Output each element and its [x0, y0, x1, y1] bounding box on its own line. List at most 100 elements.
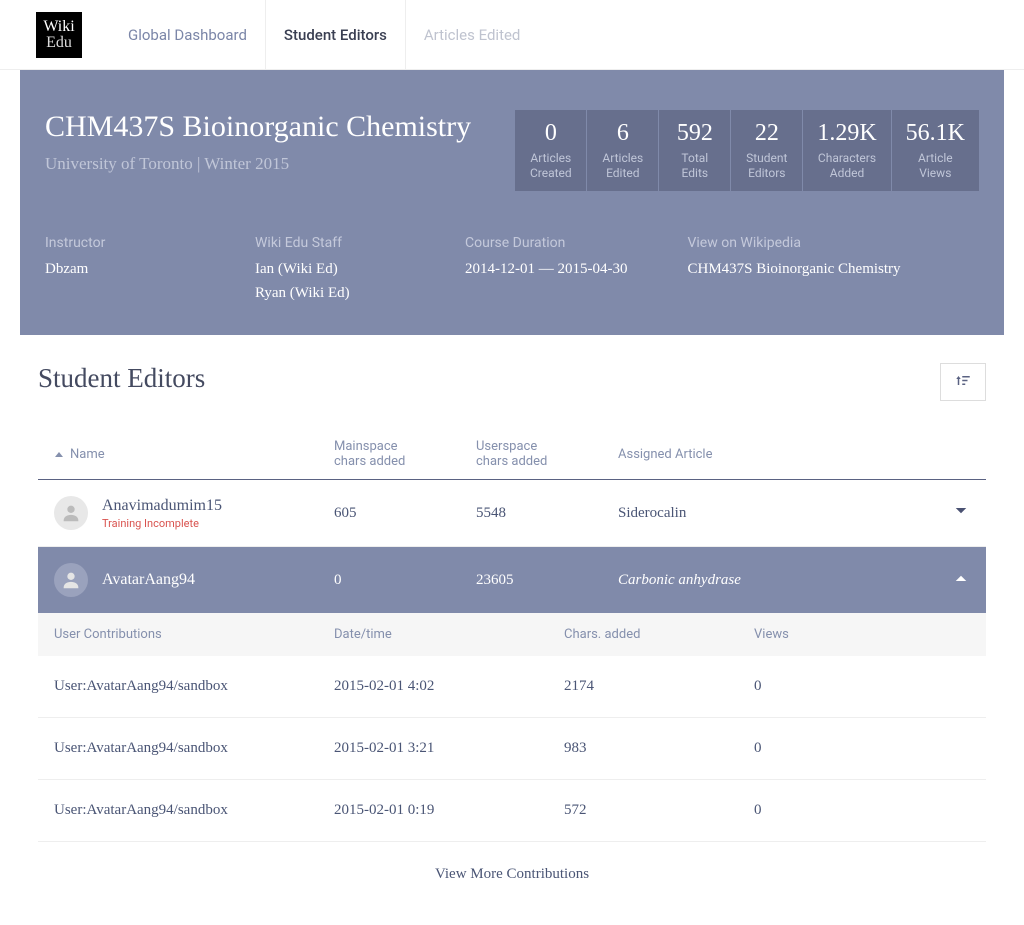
- course-subtitle: University of Toronto | Winter 2015: [45, 154, 471, 174]
- contributions-panel: User Contributions Date/time Chars. adde…: [38, 613, 986, 925]
- student-name: AvatarAang94: [102, 571, 195, 589]
- contrib-views: 0: [754, 678, 970, 695]
- staff-link[interactable]: Ian (Wiki Ed): [255, 261, 338, 277]
- stat-value: 6: [601, 120, 644, 147]
- sort-icon: [954, 373, 972, 391]
- meta-staff: Wiki Edu Staff Ian (Wiki Ed) Ryan (Wiki …: [255, 235, 405, 305]
- meta-label: Wiki Edu Staff: [255, 235, 405, 251]
- contrib-views: 0: [754, 740, 970, 757]
- stat-value: 56.1K: [906, 120, 965, 147]
- contrib-page: User:AvatarAang94/sandbox: [54, 740, 334, 757]
- course-heading: CHM437S Bioinorganic Chemistry Universit…: [45, 110, 471, 174]
- stat-value: 0: [529, 120, 572, 147]
- nav-articles-edited[interactable]: Articles Edited: [406, 0, 539, 70]
- avatar: [54, 563, 88, 597]
- col-user-contributions: User Contributions: [54, 627, 334, 642]
- col-assigned[interactable]: Assigned Article: [618, 447, 930, 462]
- col-date-time: Date/time: [334, 627, 564, 642]
- section-title: Student Editors: [38, 363, 205, 394]
- assigned-article: Siderocalin: [618, 505, 930, 522]
- stat-value: 1.29K: [817, 120, 876, 147]
- main-nav: Global Dashboard Student Editors Article…: [110, 0, 538, 70]
- nav-global-dashboard[interactable]: Global Dashboard: [110, 0, 266, 70]
- student-name: Anavimadumim15: [102, 497, 222, 515]
- col-mainspace[interactable]: Mainspacechars added: [334, 439, 476, 469]
- staff-names: Ian (Wiki Ed) Ryan (Wiki Ed): [255, 257, 405, 305]
- table-row[interactable]: Anavimadumim15 Training Incomplete 605 5…: [38, 480, 986, 547]
- students-table: Name Mainspacechars added Userspacechars…: [38, 429, 986, 925]
- stat-label: StudentEditors: [745, 151, 788, 181]
- course-banner: CHM437S Bioinorganic Chemistry Universit…: [20, 70, 1004, 335]
- contrib-datetime: 2015-02-01 0:19: [334, 802, 564, 819]
- stat-student-editors: 22 StudentEditors: [731, 110, 803, 191]
- section-header: Student Editors: [38, 363, 986, 401]
- instructor-name[interactable]: Dbzam: [45, 257, 195, 281]
- stat-label: TotalEdits: [673, 151, 716, 181]
- course-title: CHM437S Bioinorganic Chemistry: [45, 110, 471, 144]
- userspace-chars: 5548: [476, 505, 618, 522]
- stat-article-views: 56.1K ArticleViews: [892, 110, 979, 191]
- col-chars-added: Chars. added: [564, 627, 754, 642]
- expand-toggle[interactable]: [930, 502, 970, 524]
- contrib-datetime: 2015-02-01 4:02: [334, 678, 564, 695]
- training-incomplete-badge: Training Incomplete: [102, 517, 222, 530]
- stat-articles-edited: 6 ArticlesEdited: [587, 110, 659, 191]
- stat-label: ArticleViews: [906, 151, 965, 181]
- staff-link[interactable]: Ryan (Wiki Ed): [255, 285, 350, 301]
- stat-total-edits: 592 TotalEdits: [659, 110, 731, 191]
- wikiedu-logo[interactable]: Wiki Edu: [36, 12, 82, 58]
- stats-bar: 0 ArticlesCreated 6 ArticlesEdited 592 T…: [515, 110, 979, 191]
- contrib-chars: 983: [564, 740, 754, 757]
- table-header: Name Mainspacechars added Userspacechars…: [38, 429, 986, 480]
- table-row[interactable]: AvatarAang94 0 23605 Carbonic anhydrase: [38, 547, 986, 613]
- duration-value: 2014-12-01 — 2015-04-30: [465, 257, 627, 281]
- contrib-views: 0: [754, 802, 970, 819]
- contrib-chars: 2174: [564, 678, 754, 695]
- contribution-row[interactable]: User:AvatarAang94/sandbox 2015-02-01 4:0…: [38, 656, 986, 718]
- contribution-row[interactable]: User:AvatarAang94/sandbox 2015-02-01 3:2…: [38, 718, 986, 780]
- stat-label: ArticlesEdited: [601, 151, 644, 181]
- stat-articles-created: 0 ArticlesCreated: [515, 110, 587, 191]
- meta-wikipedia: View on Wikipedia CHM437S Bioinorganic C…: [687, 235, 900, 305]
- content: Student Editors Name Mainspacechars adde…: [20, 335, 1004, 925]
- wikipedia-link[interactable]: CHM437S Bioinorganic Chemistry: [687, 257, 900, 281]
- chevron-down-icon: [952, 502, 970, 520]
- topbar: Wiki Edu Global Dashboard Student Editor…: [0, 0, 1024, 70]
- mainspace-chars: 605: [334, 505, 476, 522]
- contribution-row[interactable]: User:AvatarAang94/sandbox 2015-02-01 0:1…: [38, 780, 986, 842]
- collapse-toggle[interactable]: [930, 569, 970, 591]
- nav-student-editors[interactable]: Student Editors: [266, 0, 406, 70]
- stat-label: CharactersAdded: [817, 151, 876, 181]
- avatar: [54, 496, 88, 530]
- col-userspace[interactable]: Userspacechars added: [476, 439, 618, 469]
- stat-label: ArticlesCreated: [529, 151, 572, 181]
- contrib-chars: 572: [564, 802, 754, 819]
- logo-text-1: Wiki: [43, 19, 74, 35]
- meta-instructor: Instructor Dbzam: [45, 235, 195, 305]
- contrib-datetime: 2015-02-01 3:21: [334, 740, 564, 757]
- contrib-page: User:AvatarAang94/sandbox: [54, 802, 334, 819]
- person-icon: [60, 569, 82, 591]
- contributions-header: User Contributions Date/time Chars. adde…: [38, 613, 986, 656]
- sort-button[interactable]: [940, 363, 986, 401]
- userspace-chars: 23605: [476, 572, 618, 589]
- view-more-contributions[interactable]: View More Contributions: [38, 842, 986, 925]
- meta-label: View on Wikipedia: [687, 235, 900, 251]
- course-meta: Instructor Dbzam Wiki Edu Staff Ian (Wik…: [45, 235, 979, 305]
- page: CHM437S Bioinorganic Chemistry Universit…: [20, 70, 1004, 925]
- contrib-page: User:AvatarAang94/sandbox: [54, 678, 334, 695]
- person-icon: [60, 502, 82, 524]
- col-views: Views: [754, 627, 970, 642]
- assigned-article: Carbonic anhydrase: [618, 572, 930, 589]
- meta-duration: Course Duration 2014-12-01 — 2015-04-30: [465, 235, 627, 305]
- chevron-up-icon: [952, 569, 970, 587]
- meta-label: Course Duration: [465, 235, 627, 251]
- stat-characters-added: 1.29K CharactersAdded: [803, 110, 891, 191]
- col-name[interactable]: Name: [54, 447, 334, 462]
- logo-text-2: Edu: [46, 35, 72, 51]
- sort-caret-icon: [54, 450, 64, 460]
- mainspace-chars: 0: [334, 572, 476, 589]
- stat-value: 22: [745, 120, 788, 147]
- meta-label: Instructor: [45, 235, 195, 251]
- stat-value: 592: [673, 120, 716, 147]
